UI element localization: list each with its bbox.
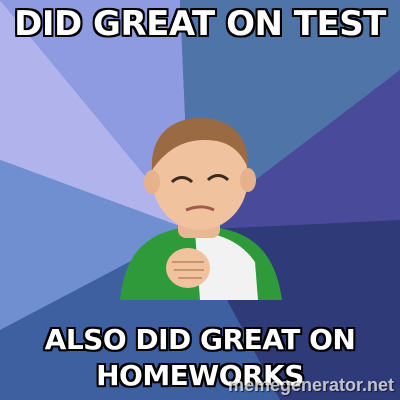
top-caption-text: DID GREAT ON TEST xyxy=(13,3,387,45)
fist xyxy=(166,248,210,288)
bottom-caption-line-1: ALSO DID GREAT ON xyxy=(44,322,357,357)
watermark: memegenerator.net xyxy=(227,375,394,395)
right-ear xyxy=(240,168,256,192)
top-caption: DID GREAT ON TEST xyxy=(0,2,400,46)
left-ear xyxy=(144,170,160,194)
meme-image: DID GREAT ON TEST ALSO DID GREAT ON HOME… xyxy=(0,0,400,400)
